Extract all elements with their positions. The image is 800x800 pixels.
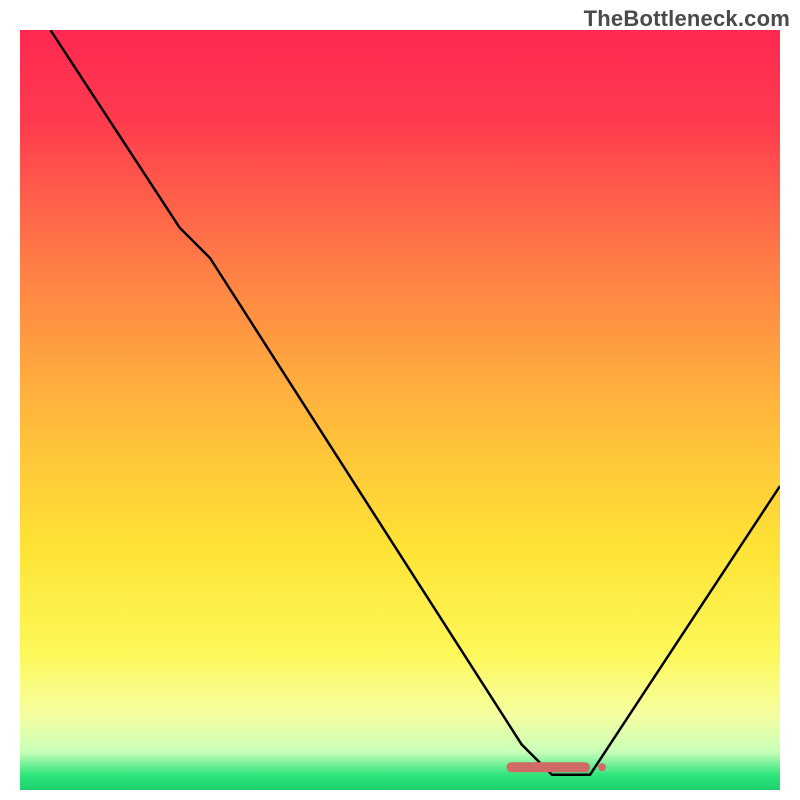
chart-svg: [20, 30, 780, 790]
chart-container: TheBottleneck.com: [0, 0, 800, 800]
series-optimal-marker: [506, 762, 590, 772]
chart-plot: [20, 30, 780, 790]
chart-background-gradient: [20, 30, 780, 790]
watermark-text: TheBottleneck.com: [584, 6, 790, 32]
series-optimal-marker-dot: [598, 763, 606, 771]
